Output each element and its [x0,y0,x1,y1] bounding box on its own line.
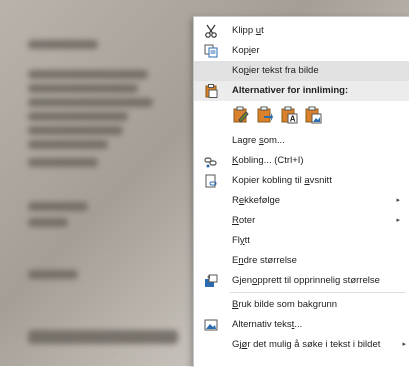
paste-keep-formatting-icon[interactable] [232,106,250,124]
menu-item-label: Kobling... (Ctrl+I) [232,155,304,166]
blurred-text [28,202,88,211]
menu-item-link[interactable]: Kobling... (Ctrl+I) [194,151,409,171]
menu-item-copy-text-from-image[interactable]: Kopier tekst fra bilde [194,61,409,81]
menu-item-move[interactable]: Flytt [194,231,409,251]
blurred-text [28,140,108,149]
blurred-text [28,126,123,135]
paste-picture-icon[interactable] [304,106,322,124]
blurred-text [28,270,78,279]
reset-size-icon [204,274,218,288]
menu-item-label: Rekkefølge [232,195,281,206]
submenu-arrow-icon: ▸ [396,197,400,204]
submenu-arrow-icon: ▸ [396,217,400,224]
paste-text-only-icon[interactable]: A [280,106,298,124]
menu-item-reset-size[interactable]: Gjenopprett til opprinnelig størrelse [194,271,409,291]
menu-item-alt-text[interactable]: Alternativ tekst... [194,315,409,335]
link-icon [204,154,218,168]
menu-item-resize[interactable]: Endre størrelse [194,251,409,271]
blurred-text [28,40,98,49]
menu-item-label: Kopier tekst fra bilde [232,65,319,76]
scissors-icon [204,24,218,38]
menu-item-label: Kopier kobling til avsnitt [232,175,332,186]
menu-item-label: Gjenopprett til opprinnelig størrelse [232,275,380,286]
svg-text:A: A [290,115,296,124]
menu-item-label: Flytt [232,235,250,246]
menu-item-label: Endre størrelse [232,255,297,266]
alt-text-icon [204,318,218,332]
blurred-text [28,84,138,93]
blurred-text [28,98,153,107]
menu-item-cut[interactable]: Klipp ut [194,21,409,41]
menu-item-label: Alternativer for innliming: [232,85,349,96]
paste-merge-formatting-icon[interactable] [256,106,274,124]
menu-item-rotate[interactable]: Roter ▸ [194,211,409,231]
menu-item-order[interactable]: Rekkefølge ▸ [194,191,409,211]
menu-separator [230,292,406,293]
menu-item-label: Bruk bilde som bakgrunn [232,299,338,310]
copy-link-icon [204,174,218,188]
copy-icon [204,44,218,58]
menu-item-use-as-background[interactable]: Bruk bilde som bakgrunn [194,295,409,315]
menu-item-copy-link-to-paragraph[interactable]: Kopier kobling til avsnitt [194,171,409,191]
submenu-arrow-icon: ▸ [402,341,406,348]
blurred-text [28,330,178,344]
menu-item-copy[interactable]: Kopier [194,41,409,61]
blurred-text [28,112,128,121]
clipboard-icon [204,84,218,98]
menu-item-label: Kopier [232,45,260,56]
menu-item-make-text-searchable[interactable]: Gjør det mulig å søke i tekst i bildet ▸ [194,335,409,355]
blurred-text [28,218,68,227]
menu-item-label: Klipp ut [232,25,264,36]
blurred-text [28,70,148,79]
menu-item-save-as[interactable]: Lagre som... [194,131,409,151]
menu-item-label: Gjør det mulig å søke i tekst i bildet [232,339,381,350]
context-menu: Klipp ut Kopier Kopier tekst fra bilde A… [193,16,409,367]
menu-item-label: Lagre som... [232,135,285,146]
menu-item-label: Roter [232,215,256,226]
paste-options-row: A [194,103,409,127]
paste-options-header: Alternativer for innliming: [194,81,409,101]
menu-item-label: Alternativ tekst... [232,319,303,330]
blurred-text [28,158,98,167]
